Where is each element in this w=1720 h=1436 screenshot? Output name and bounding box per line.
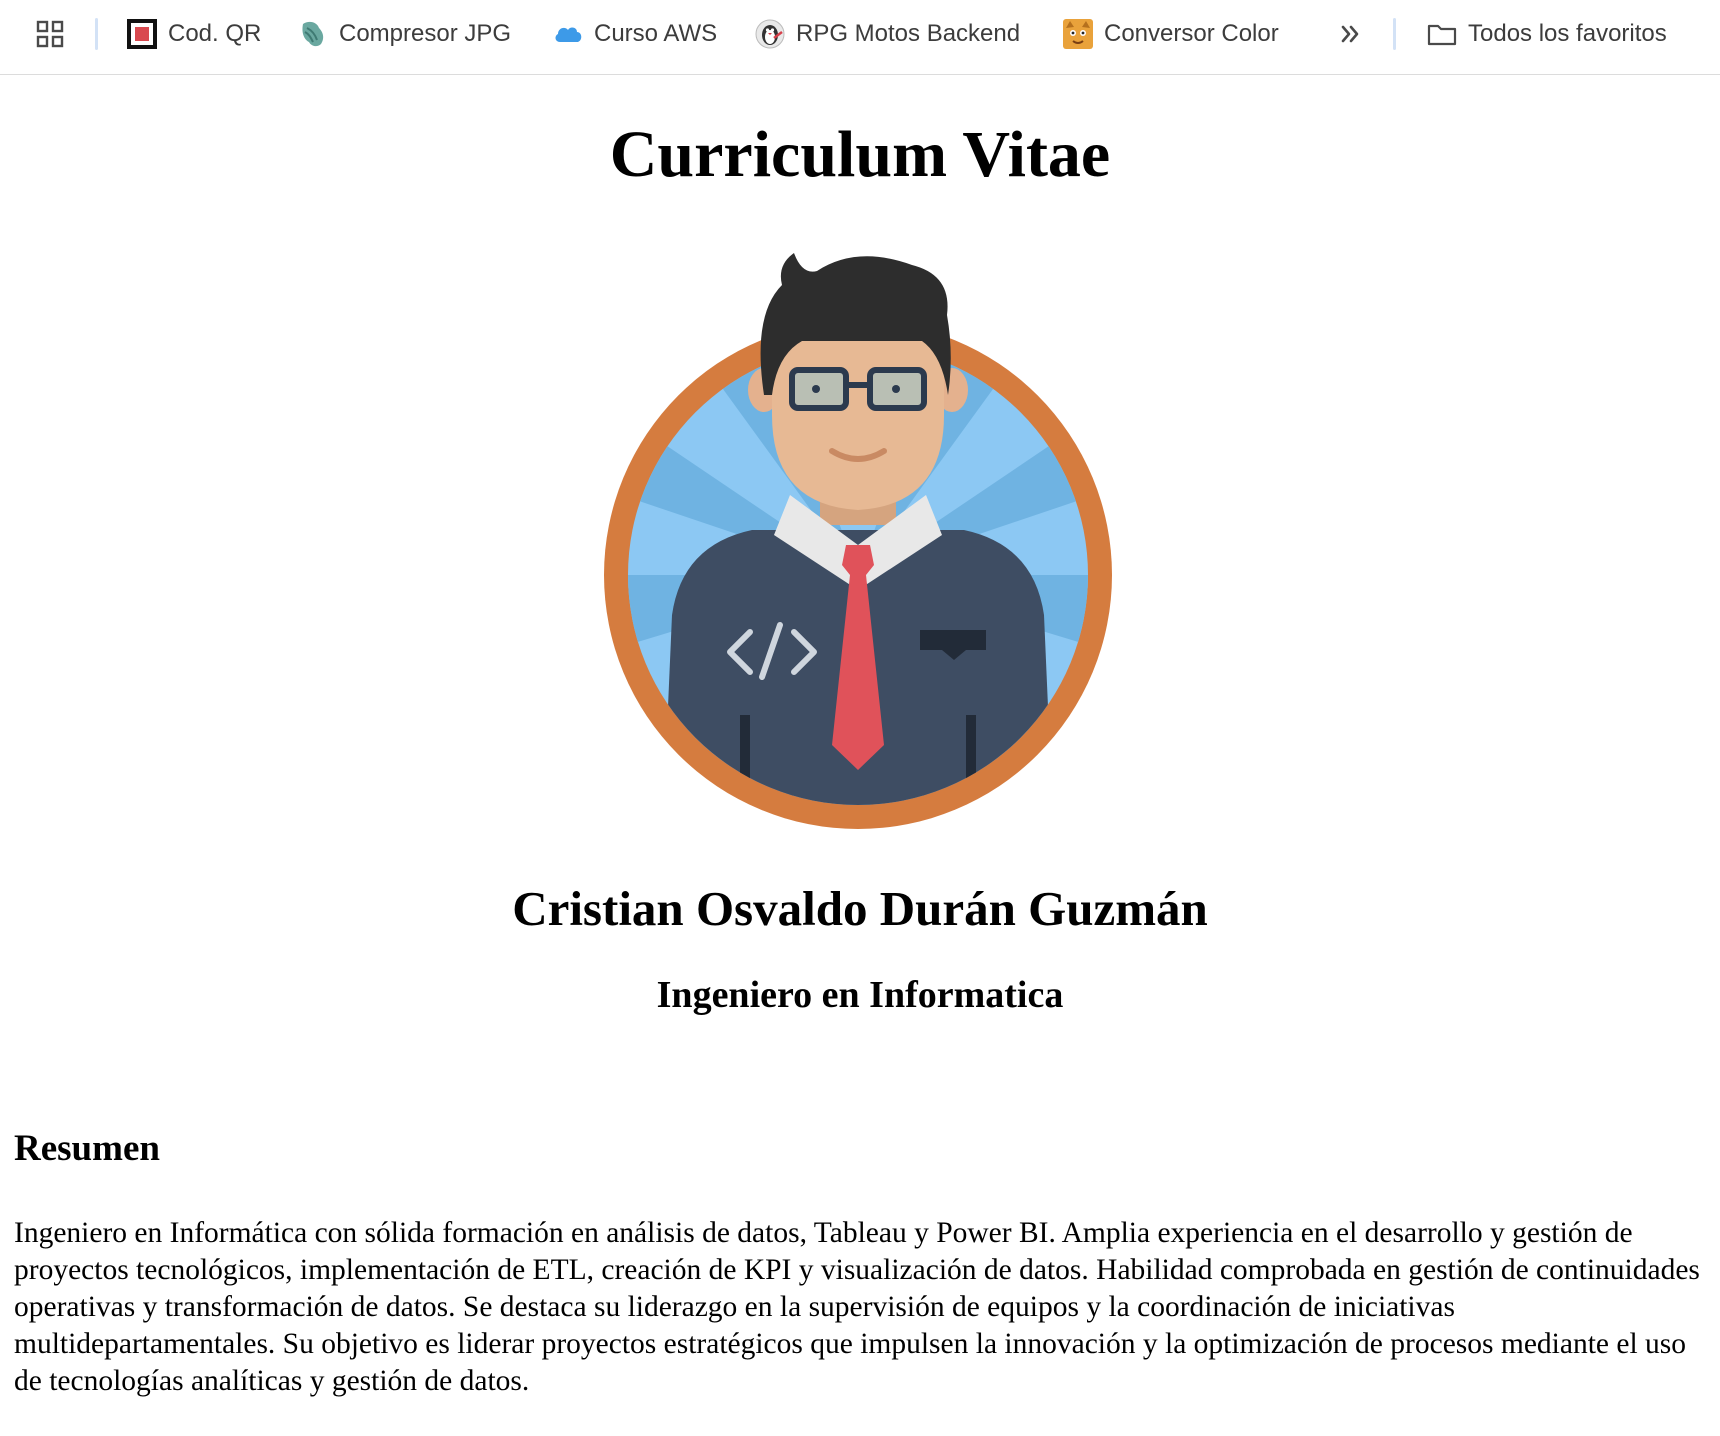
page-title: Curriculum Vitae xyxy=(609,118,1111,191)
qr-code-icon xyxy=(127,19,157,49)
cat-icon xyxy=(1063,19,1093,49)
bookmarks-separator xyxy=(95,18,98,50)
apps-button[interactable] xyxy=(34,12,66,56)
penguin-icon xyxy=(755,19,785,49)
bookmark-label: Cod. QR xyxy=(168,20,262,47)
summary-heading: Resumen xyxy=(14,1128,160,1169)
chevron-double-right-icon xyxy=(1341,25,1359,43)
bookmark-cod-qr[interactable]: Cod. QR xyxy=(126,12,261,56)
bookmarks-bar: Cod. QR Compresor JPG Curso AWS RPG Moto… xyxy=(0,0,1720,75)
bookmark-label: Conversor Color xyxy=(1104,20,1279,47)
cloud-icon xyxy=(555,27,582,42)
bookmark-curso-aws[interactable]: Curso AWS xyxy=(552,12,717,56)
bookmark-label: RPG Motos Backend xyxy=(796,20,1021,47)
bookmark-label: Curso AWS xyxy=(594,20,718,47)
bookmark-compresor-jpg[interactable]: Compresor JPG xyxy=(297,12,511,56)
candidate-profession: Ingeniero en Informatica xyxy=(656,974,1064,1016)
apps-grid-icon xyxy=(36,20,64,48)
bookmark-conversor-color[interactable]: Conversor Color xyxy=(1062,12,1279,56)
candidate-name: Cristian Osvaldo Durán Guzmán xyxy=(512,881,1208,936)
compressor-icon xyxy=(302,21,324,47)
bookmarks-separator xyxy=(1393,18,1396,50)
cv-page: Curriculum Vitae Cristian Osvaldo Durán … xyxy=(0,75,1720,1436)
bookmark-rpg-motos-backend[interactable]: RPG Motos Backend xyxy=(754,12,1020,56)
all-bookmarks-button[interactable]: Todos los favoritos xyxy=(1426,12,1667,56)
all-bookmarks-label: Todos los favoritos xyxy=(1468,20,1667,47)
more-bookmarks-button[interactable] xyxy=(1334,12,1366,56)
summary-text: Ingeniero en Informática con sólida form… xyxy=(14,1217,1700,1397)
bookmark-label: Compresor JPG xyxy=(339,20,512,47)
developer-avatar-icon xyxy=(604,253,1112,829)
folder-icon xyxy=(1427,24,1457,46)
